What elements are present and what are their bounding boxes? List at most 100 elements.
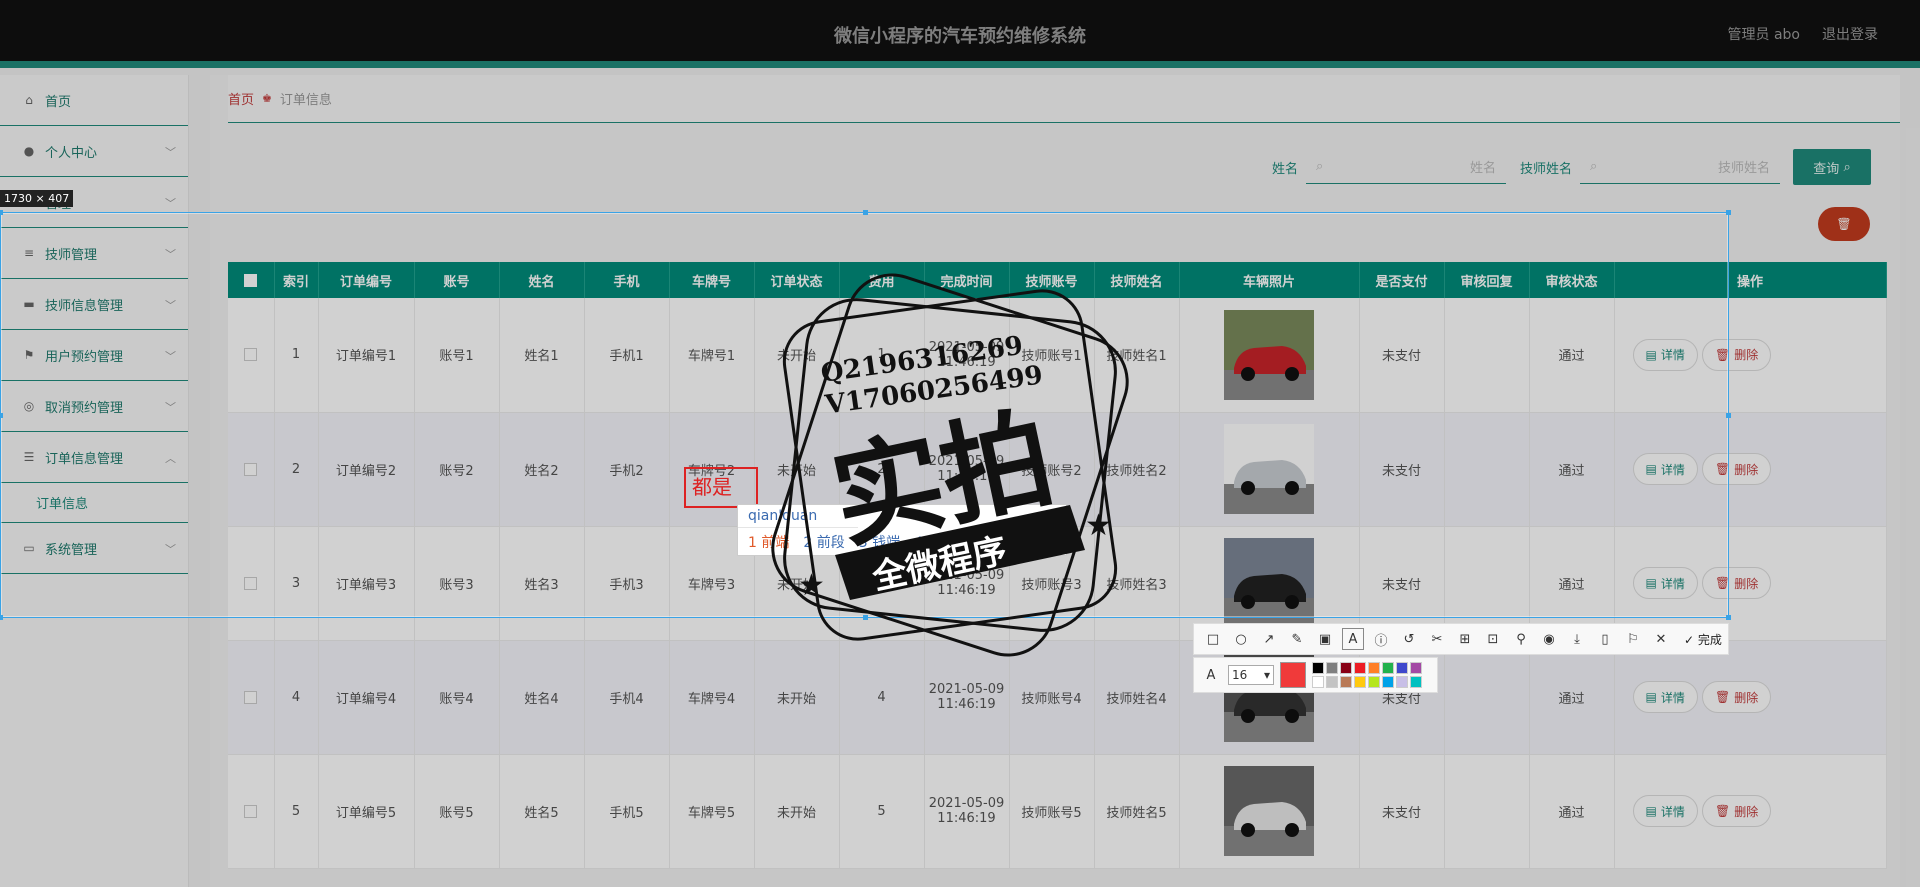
sidebar-subitem-order-info[interactable]: 订单信息 [0,483,188,523]
translate-icon[interactable]: ⊞ [1454,628,1476,650]
detail-button[interactable]: ▤ 详情 [1632,567,1698,599]
tech-search-input[interactable]: ⌕ 技师姓名 [1580,150,1781,184]
cell-time: 2021-05-09 11:46:19 [924,298,1010,413]
cell-time: 2021-05-09 11:46:19 [924,754,1010,869]
color-swatch[interactable] [1410,676,1422,688]
cell-idx: 1 [274,298,319,413]
download-icon[interactable]: ⤓ [1566,628,1588,650]
row-select-cell[interactable] [228,298,275,413]
document-icon: ▤ [1645,690,1657,704]
sidebar-item[interactable]: ☰ 订单信息管理 ︿ [0,432,188,483]
delete-button[interactable]: 🗑 删除 [1702,338,1772,371]
car-photo[interactable] [1224,766,1314,856]
sidebar-item[interactable]: ⚑ 用户预约管理 ﹀ [0,330,188,381]
undo-icon[interactable]: ↺ [1398,628,1420,650]
font-size-select[interactable]: 16 ▾ [1228,665,1274,685]
record-icon[interactable]: ◉ [1538,628,1560,650]
bookmark-icon[interactable]: ⚐ [1622,628,1644,650]
annotation-text-box[interactable]: 都是 [684,467,758,508]
cell-actions: ▤ 详情 🗑 删除 [1614,412,1887,527]
flag-icon: ⚑ [23,348,35,362]
pen-tool-icon[interactable]: ✎ [1286,628,1308,650]
number-tool-icon[interactable]: ⓘ [1370,628,1392,650]
cell-car-photo [1179,754,1360,869]
delete-button[interactable]: 🗑 删除 [1702,567,1772,599]
color-swatch[interactable] [1396,662,1408,674]
ocr-icon[interactable]: ⊡ [1482,628,1504,650]
delete-button[interactable]: 🗑 删除 [1702,795,1772,827]
monitor-icon: ▬ [23,297,35,311]
compass-icon: ◎ [23,399,35,413]
detail-button[interactable]: ▤ 详情 [1632,453,1698,485]
delete-label: 删除 [1734,804,1759,819]
text-tool-icon[interactable]: A [1342,628,1364,650]
cell-acct: 账号4 [414,640,500,755]
color-swatch[interactable] [1396,676,1408,688]
row-select-cell[interactable] [228,640,275,755]
sidebar-item-label: 订单信息管理 [45,451,124,467]
ime-candidate[interactable]: 4 前 [914,532,941,552]
ime-candidate[interactable]: 1 前端 [748,532,789,552]
rectangle-tool-icon[interactable]: □ [1202,628,1224,650]
logout-link[interactable]: 退出登录 [1822,24,1878,44]
delete-button[interactable]: 🗑 删除 [1702,681,1772,713]
close-icon[interactable]: ✕ [1650,628,1672,650]
color-swatch[interactable] [1326,676,1338,688]
row-select-cell[interactable] [228,526,275,641]
batch-delete-button[interactable]: 🗑 [1818,207,1870,241]
cell-phone: 手机1 [584,298,670,413]
query-button[interactable]: 查询 ⌕ [1793,149,1871,185]
select-all-cell[interactable] [228,262,275,298]
sidebar-item[interactable]: ▬ 技师信息管理 ﹀ [0,279,188,330]
detail-button[interactable]: ▤ 详情 [1632,681,1698,713]
ime-candidate[interactable]: 2 前段 [803,532,844,552]
row-checkbox[interactable] [244,576,258,590]
sidebar-item[interactable]: ⌂ 首页 [0,75,188,126]
cell-plate: 车牌号5 [669,754,755,869]
color-swatch[interactable] [1354,676,1366,688]
select-all-checkbox[interactable] [244,273,258,287]
sidebar-item[interactable]: ◎ 取消预约管理 ﹀ [0,381,188,432]
car-photo[interactable] [1224,309,1314,400]
sidebar-item[interactable]: ≡ 技师管理 ﹀ [0,228,188,279]
color-swatch[interactable] [1382,676,1394,688]
sidebar-item-system[interactable]: ▭ 系统管理 ﹀ [0,523,188,574]
row-select-cell[interactable] [228,754,275,869]
sidebar-item[interactable]: ● 个人中心 ﹀ [0,126,188,177]
breadcrumb-home[interactable]: 首页 [228,89,254,108]
color-swatch[interactable] [1340,676,1352,688]
color-swatch[interactable] [1312,662,1324,674]
row-checkbox[interactable] [244,348,258,362]
row-checkbox[interactable] [244,690,258,704]
selection-size-label: 1730 × 407 [0,190,74,207]
phone-icon[interactable]: ▯ [1594,628,1616,650]
row-checkbox[interactable] [244,804,258,818]
color-swatch[interactable] [1382,662,1394,674]
color-swatch[interactable] [1354,662,1366,674]
row-checkbox[interactable] [244,462,258,476]
color-swatch[interactable] [1340,662,1352,674]
pin-icon[interactable]: ⚲ [1510,628,1532,650]
color-swatch[interactable] [1326,662,1338,674]
current-color-swatch[interactable] [1280,662,1306,688]
cell-plate: 车牌号1 [669,298,755,413]
car-photo[interactable] [1224,538,1314,628]
row-select-cell[interactable] [228,412,275,527]
color-swatch[interactable] [1410,662,1422,674]
mosaic-tool-icon[interactable]: ▣ [1314,628,1336,650]
color-swatch[interactable] [1368,662,1380,674]
name-search-input[interactable]: ⌕ 姓名 [1306,150,1507,184]
ime-candidate[interactable]: 3 钱端 [859,532,900,552]
arrow-tool-icon[interactable]: ↗ [1258,628,1280,650]
cell-name: 姓名5 [499,754,585,869]
ellipse-tool-icon[interactable]: ○ [1230,628,1252,650]
done-button[interactable]: ✓ 完成 [1678,631,1728,648]
color-swatch[interactable] [1312,676,1324,688]
detail-button[interactable]: ▤ 详情 [1632,795,1698,827]
cell-phone: 手机2 [584,412,670,527]
color-swatch[interactable] [1368,676,1380,688]
car-photo[interactable] [1224,424,1314,514]
detail-button[interactable]: ▤ 详情 [1632,338,1698,371]
scissors-icon[interactable]: ✂ [1426,628,1448,650]
delete-button[interactable]: 🗑 删除 [1702,453,1772,485]
